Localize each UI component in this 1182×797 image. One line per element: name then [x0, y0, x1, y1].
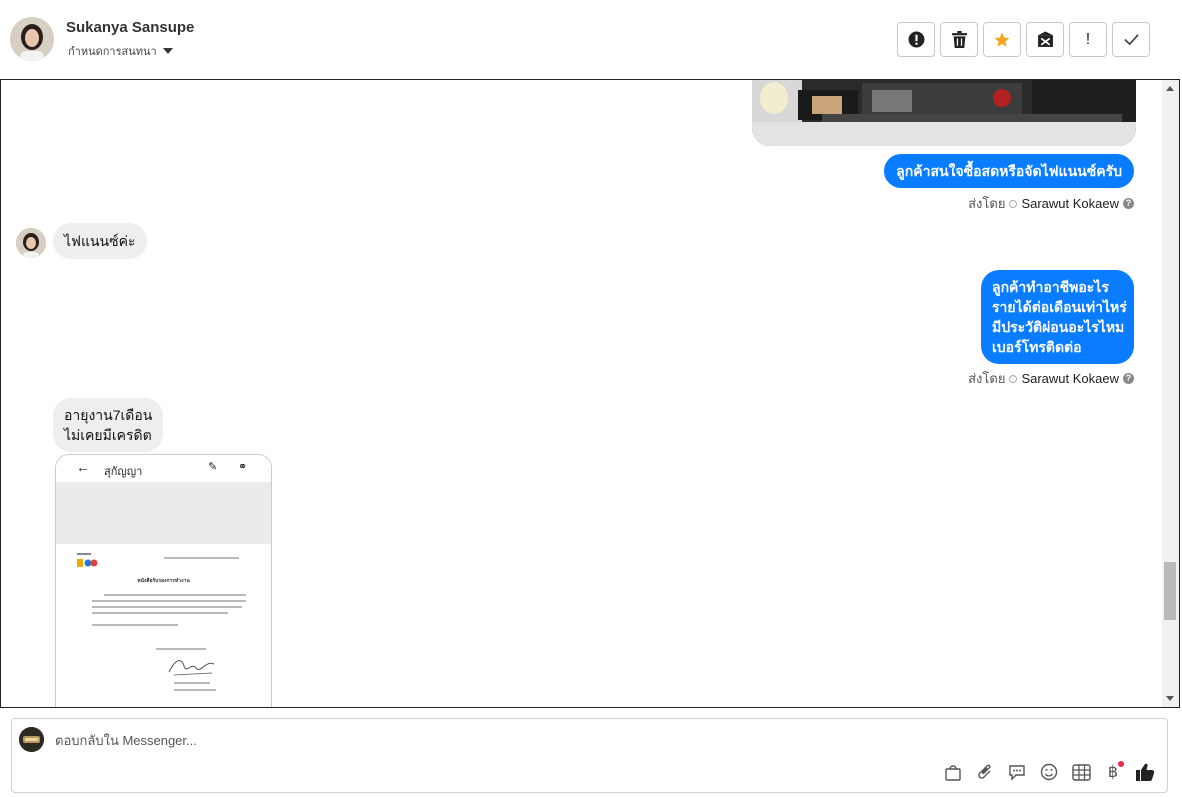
- report-spam-button[interactable]: [897, 22, 935, 57]
- star-icon: [994, 32, 1010, 47]
- emoji-button[interactable]: [1038, 761, 1060, 783]
- attachment-topbar: ← สุกัญญา ✎ ⚭: [56, 455, 271, 482]
- exclamation-icon: !: [1085, 30, 1091, 48]
- caret-down-icon: [162, 48, 173, 54]
- alert-circle-icon: [908, 31, 924, 48]
- table-icon: [1071, 764, 1091, 781]
- company-logo: [76, 552, 98, 567]
- attachment-title: สุกัญญา: [104, 466, 143, 478]
- contact-avatar-small: [16, 228, 46, 258]
- message-line: เบอร์โทรติดต่อ: [992, 339, 1082, 355]
- done-button[interactable]: [1112, 22, 1150, 57]
- baht-icon: ฿: [1107, 764, 1119, 781]
- message-line: มีประวัติผ่อนอะไรไหม: [992, 319, 1125, 335]
- thumbs-up-icon: [1136, 763, 1155, 781]
- sent-by-label: ส่งโดย: [968, 371, 1006, 386]
- message-line: รายได้ต่อเดือนเท่าไหร่: [992, 299, 1127, 315]
- mark-unread-button[interactable]: [1026, 22, 1064, 57]
- emoji-icon: [1040, 763, 1058, 781]
- reply-input[interactable]: [55, 733, 855, 748]
- message-text: ลูกค้าสนใจซื้อสดหรือจัดไฟแนนซ์ครับ: [896, 163, 1122, 179]
- sender-name: Sarawut Kokaew: [1021, 196, 1119, 211]
- scrollbar-thumb[interactable]: [1164, 562, 1176, 620]
- sent-by-info: ส่งโดย Sarawut Kokaew ?: [968, 193, 1134, 214]
- delete-button[interactable]: [940, 22, 978, 57]
- payment-button[interactable]: ฿: [1102, 761, 1124, 783]
- outgoing-message: ลูกค้าทำอาชีพอะไร รายได้ต่อเดือนเท่าไหร่…: [981, 270, 1134, 364]
- assign-conversation-label: กำหนดการสนทนา: [68, 46, 157, 58]
- thread-scrollbar[interactable]: [1162, 80, 1179, 707]
- document-heading: หนังสือรับรองการทำงาน: [137, 578, 190, 584]
- incoming-message: ไฟแนนซ์ค่ะ: [53, 223, 147, 259]
- contact-name: Sukanya Sansupe: [66, 19, 195, 36]
- attachment-gray-area: [56, 482, 271, 544]
- paperclip-icon: [978, 764, 991, 779]
- certificate-document: หนังสือรับรองการทำงาน: [56, 544, 271, 707]
- sent-by-label: ส่งโดย: [968, 196, 1006, 211]
- important-button[interactable]: !: [1069, 22, 1107, 57]
- message-line: ลูกค้าทำอาชีพอะไร: [992, 279, 1109, 295]
- scroll-down-arrow-icon[interactable]: [1166, 696, 1174, 701]
- contact-avatar[interactable]: [10, 17, 54, 61]
- sent-status-icon: [1009, 374, 1018, 383]
- chat-bubble-icon: [1009, 765, 1025, 781]
- attach-button[interactable]: [974, 761, 996, 783]
- message-line: อายุงาน7เดือน: [64, 407, 153, 423]
- checkmark-icon: [1123, 34, 1139, 46]
- share-icon: ⚭: [238, 461, 248, 473]
- shopping-bag-icon: [945, 765, 961, 781]
- help-icon[interactable]: ?: [1123, 373, 1134, 384]
- screenshot-attachment[interactable]: ← สุกัญญา ✎ ⚭ หนังสือรับรองการทำงาน: [55, 454, 272, 707]
- page-avatar: [19, 727, 44, 752]
- assign-conversation-dropdown[interactable]: กำหนดการสนทนา: [68, 42, 173, 60]
- envelope-x-icon: [1037, 31, 1053, 47]
- edit-icon: ✎: [208, 461, 218, 473]
- sent-by-info: ส่งโดย Sarawut Kokaew ?: [968, 368, 1134, 389]
- reply-composer: ฿: [11, 718, 1168, 793]
- message-text: ไฟแนนซ์ค่ะ: [64, 233, 136, 249]
- message-line: ไม่เคยมีเครดิต: [64, 427, 152, 443]
- like-button[interactable]: [1134, 761, 1156, 783]
- shopping-bag-button[interactable]: [942, 761, 964, 783]
- engine-photo-attachment[interactable]: [752, 80, 1136, 146]
- signature-image: [168, 660, 215, 676]
- table-button[interactable]: [1070, 761, 1092, 783]
- saved-replies-button[interactable]: [1006, 761, 1028, 783]
- help-icon[interactable]: ?: [1123, 198, 1134, 209]
- scroll-up-arrow-icon[interactable]: [1166, 86, 1174, 91]
- notification-dot: [1118, 761, 1124, 767]
- message-thread[interactable]: ลูกค้าสนใจซื้อสดหรือจัดไฟแนนซ์ครับ ส่งโด…: [0, 79, 1180, 708]
- back-arrow-icon: ←: [76, 459, 90, 475]
- sent-status-icon: [1009, 199, 1018, 208]
- composer-toolbar: ฿: [942, 761, 1156, 783]
- star-button[interactable]: [983, 22, 1021, 57]
- sender-name: Sarawut Kokaew: [1021, 371, 1119, 386]
- incoming-message: อายุงาน7เดือน ไม่เคยมีเครดิต: [53, 398, 164, 452]
- conversation-header: Sukanya Sansupe กำหนดการสนทนา !: [0, 0, 1182, 80]
- trash-icon: [951, 31, 967, 48]
- outgoing-message: ลูกค้าสนใจซื้อสดหรือจัดไฟแนนซ์ครับ: [884, 154, 1134, 188]
- conversation-toolbar: !: [897, 22, 1150, 57]
